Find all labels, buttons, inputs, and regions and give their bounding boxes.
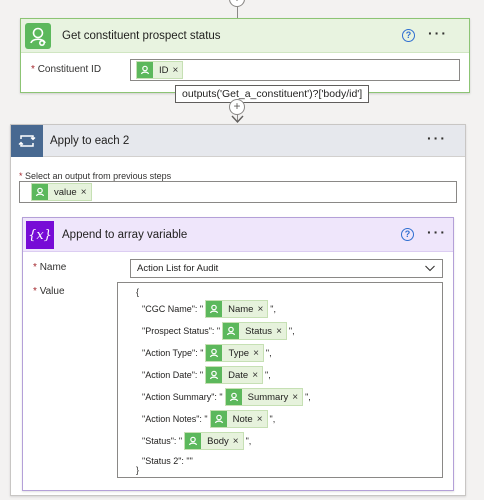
remove-type-token-icon[interactable]: × — [253, 348, 259, 359]
expression-tooltip: outputs('Get_a_constituent')?['body/id'] — [175, 85, 370, 103]
loop-icon — [11, 125, 43, 157]
open-brace: { — [136, 287, 140, 297]
help-icon[interactable]: ? — [402, 29, 415, 42]
id-token[interactable]: ID × — [136, 61, 184, 79]
summary-token[interactable]: Summary × — [224, 388, 304, 406]
loop-header[interactable]: Apply to each 2 ··· — [11, 125, 465, 157]
json-line-prospect-status: "Prospect Status": " Status × ", — [142, 321, 295, 341]
remove-status-token-icon[interactable]: × — [276, 326, 282, 337]
json-line-action-type: "Action Type": " Type × ", — [142, 343, 272, 363]
constituent-connector-icon — [25, 23, 51, 49]
append-help-icon[interactable]: ? — [401, 228, 414, 241]
remove-summary-token-icon[interactable]: × — [292, 392, 298, 403]
body-token-icon — [185, 433, 202, 449]
json-line-cgc-name: "CGC Name": " Name × ", — [142, 299, 276, 319]
remove-body-token-icon[interactable]: × — [233, 436, 239, 447]
arrow-down-icon — [231, 115, 244, 124]
date-token[interactable]: Date × — [205, 366, 264, 384]
type-token[interactable]: Type × — [205, 344, 264, 362]
summary-token-icon — [225, 389, 242, 405]
add-step-top-icon[interactable]: + — [229, 0, 245, 7]
type-token-icon — [206, 345, 223, 361]
id-token-label: ID — [159, 64, 169, 76]
remove-name-token-icon[interactable]: × — [257, 304, 263, 315]
value-token-icon — [32, 184, 48, 200]
get-constituent-prospect-status-card: Get constituent prospect status ? ··· * … — [20, 18, 470, 93]
card-title: Get constituent prospect status — [62, 30, 221, 42]
note-token[interactable]: Note × — [209, 410, 268, 428]
loop-more-options-icon[interactable]: ··· — [427, 130, 447, 146]
constituent-id-label: * Constituent ID — [31, 64, 102, 75]
card-header[interactable]: Get constituent prospect status ? ··· — [21, 19, 469, 53]
remove-value-token-icon[interactable]: × — [81, 187, 87, 198]
more-options-icon[interactable]: ··· — [428, 25, 448, 41]
status-token-icon — [223, 323, 240, 339]
variable-icon: {x} — [26, 221, 54, 249]
json-line-action-notes: "Action Notes": " Note × ", — [142, 409, 275, 429]
append-header[interactable]: {x} Append to array variable ? ··· — [23, 218, 453, 252]
variable-name-select[interactable]: Action List for Audit — [130, 259, 443, 278]
chevron-down-icon — [425, 265, 435, 272]
append-title: Append to array variable — [62, 229, 188, 241]
json-line-action-summary: "Action Summary": " Summary × ", — [142, 387, 311, 407]
constituent-token-icon — [137, 62, 153, 78]
remove-note-token-icon[interactable]: × — [257, 414, 263, 425]
value-token-label: value — [54, 186, 77, 198]
add-step-middle-icon[interactable]: + — [229, 99, 245, 115]
remove-id-token-icon[interactable]: × — [173, 65, 179, 76]
name-label: * Name — [33, 262, 67, 273]
note-token-icon — [210, 411, 227, 427]
variable-name-value: Action List for Audit — [137, 263, 219, 274]
date-token-icon — [206, 367, 223, 383]
select-output-label: * Select an output from previous steps — [19, 171, 172, 181]
body-token[interactable]: Body × — [184, 432, 244, 450]
close-brace: } — [136, 465, 140, 475]
json-line-status: "Status": " Body × ", — [142, 431, 251, 451]
json-line-status-2: "Status 2": "" — [142, 456, 193, 466]
remove-date-token-icon[interactable]: × — [252, 370, 258, 381]
loop-title: Apply to each 2 — [50, 135, 130, 147]
value-label: * Value — [33, 286, 65, 297]
json-line-action-date: "Action Date": " Date × ", — [142, 365, 271, 385]
name-token-icon — [206, 301, 223, 317]
append-to-array-variable-card: {x} Append to array variable ? ··· * Nam… — [22, 217, 454, 491]
value-token[interactable]: value × — [31, 183, 92, 201]
value-editor[interactable]: { "CGC Name": " Name × ", "Prospect Statu… — [117, 282, 443, 478]
append-more-options-icon[interactable]: ··· — [427, 224, 447, 240]
status-token[interactable]: Status × — [222, 322, 287, 340]
name-token[interactable]: Name × — [205, 300, 269, 318]
